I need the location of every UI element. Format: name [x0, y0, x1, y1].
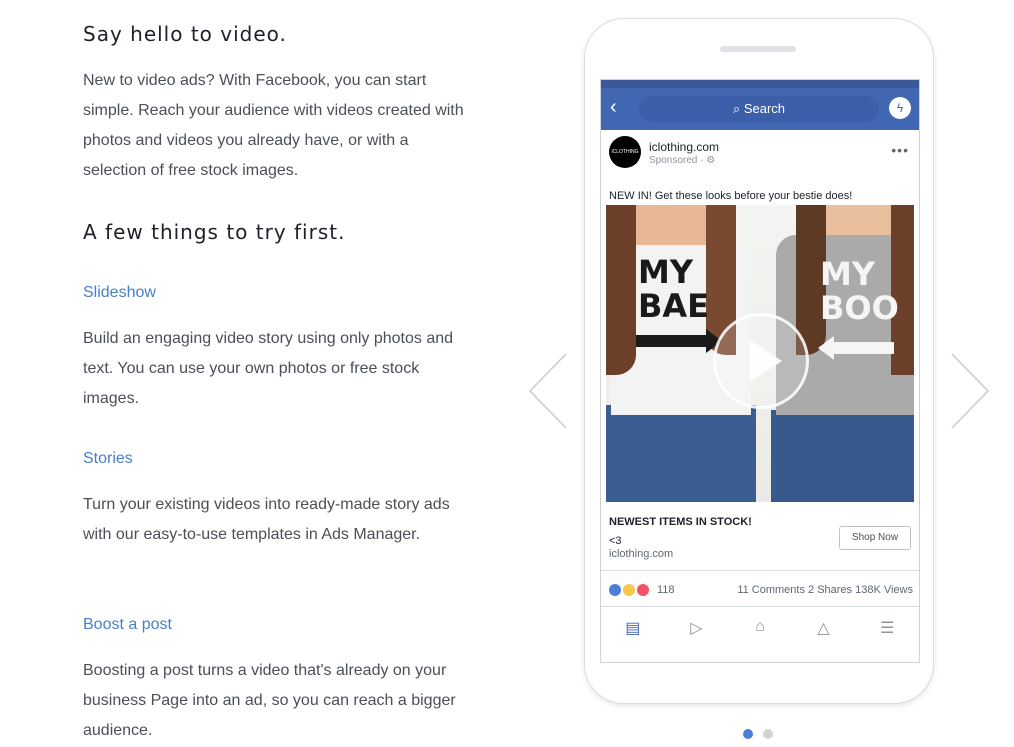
facebook-top-bar: ‹ ⌕ Search ϟ	[601, 88, 919, 130]
phone-screen: ‹ ⌕ Search ϟ iCLOTHING iclothing.com Spo…	[600, 79, 920, 663]
news-feed-icon[interactable]: ▤	[618, 618, 648, 638]
search-icon: ⌕	[732, 101, 744, 116]
shirt-left-arrow	[636, 335, 711, 347]
love-reaction-icon	[637, 584, 649, 596]
shirt-right-arrow	[834, 342, 894, 354]
post-text: NEW IN! Get these looks before your best…	[609, 190, 853, 202]
intro-heading: Say hello to video.	[83, 22, 287, 46]
reactions[interactable]: 118	[609, 584, 675, 596]
page-name[interactable]: iclothing.com	[649, 140, 719, 154]
play-icon[interactable]	[713, 313, 809, 409]
divider	[601, 606, 919, 607]
bottom-tab-bar: ▤ ▷ ⌂ △ ☰	[601, 618, 919, 638]
post-video[interactable]: MY BAE MY BOO	[606, 205, 914, 502]
marketplace-icon[interactable]: ⌂	[745, 618, 775, 638]
menu-icon[interactable]: ☰	[872, 618, 902, 638]
phone-mockup: ‹ ⌕ Search ϟ iCLOTHING iclothing.com Spo…	[584, 18, 934, 704]
carousel-dots	[743, 729, 773, 739]
model-left-jeans	[606, 405, 756, 502]
stories-link[interactable]: Stories	[83, 450, 133, 468]
cta-url: iclothing.com	[609, 548, 674, 560]
shop-now-button[interactable]: Shop Now	[839, 526, 911, 550]
messenger-icon[interactable]: ϟ	[889, 97, 911, 119]
cta-headline: NEWEST ITEMS IN STOCK!	[609, 516, 752, 528]
phone-speaker	[720, 46, 796, 52]
post-header: iCLOTHING iclothing.com Sponsored · ⚙ ••…	[601, 130, 919, 180]
search-bar[interactable]: ⌕ Search	[639, 96, 879, 122]
model-left-face	[636, 205, 706, 245]
sponsored-label: Sponsored · ⚙	[649, 155, 716, 166]
notifications-icon[interactable]: △	[809, 618, 839, 638]
carousel-dot-2[interactable]	[763, 729, 773, 739]
cta-description: <3	[609, 535, 622, 547]
carousel-next-icon[interactable]	[948, 352, 990, 430]
model-right-jeans	[771, 410, 914, 502]
boost-post-link[interactable]: Boost a post	[83, 616, 172, 634]
carousel-prev-icon[interactable]	[528, 352, 570, 430]
divider	[601, 570, 919, 571]
watch-icon[interactable]: ▷	[681, 618, 711, 638]
search-label: Search	[743, 101, 786, 116]
boost-post-body: Boosting a post turns a video that's alr…	[83, 662, 456, 739]
post-stats[interactable]: 11 Comments 2 Shares 138K Views	[737, 584, 913, 596]
like-reaction-icon	[609, 584, 621, 596]
tips-heading: A few things to try first.	[83, 220, 346, 244]
stories-body: Turn your existing videos into ready-mad…	[83, 496, 450, 543]
carousel-dot-1[interactable]	[743, 729, 753, 739]
shirt-right-text: MY BOO	[820, 255, 899, 327]
avatar[interactable]: iCLOTHING	[609, 136, 641, 168]
status-bar	[601, 80, 919, 88]
slideshow-body: Build an engaging video story using only…	[83, 330, 454, 407]
intro-body: New to video ads? With Facebook, you can…	[83, 72, 464, 179]
more-options-icon[interactable]: •••	[891, 142, 909, 158]
model-right-face	[821, 205, 891, 235]
wow-reaction-icon	[623, 584, 635, 596]
reaction-count: 118	[657, 584, 675, 596]
shirt-left-text: MY BAE	[638, 253, 710, 325]
back-arrow-icon[interactable]: ‹	[610, 96, 617, 119]
shirt-right-arrowhead	[818, 336, 834, 360]
model-left-hair	[606, 205, 636, 375]
slideshow-link[interactable]: Slideshow	[83, 284, 156, 302]
